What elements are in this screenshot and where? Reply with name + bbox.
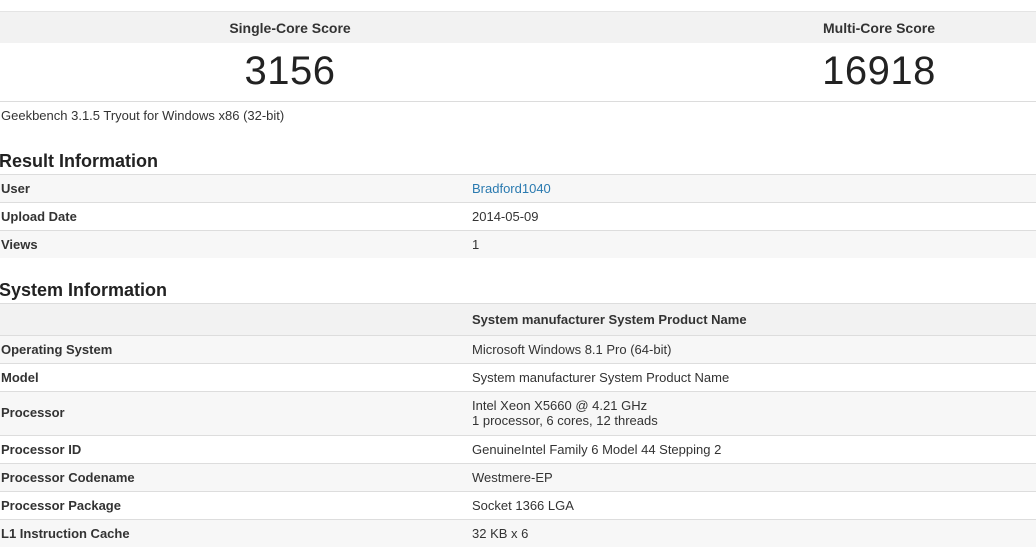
- row-key: L1 Instruction Cache: [1, 526, 130, 541]
- score-values: 3156 16918: [0, 43, 1036, 102]
- table-row: Upload Date 2014-05-09: [0, 202, 1036, 230]
- row-key: Processor ID: [1, 442, 82, 457]
- system-header-value: System manufacturer System Product Name: [472, 312, 747, 327]
- single-core-score-label: Single-Core Score: [229, 20, 351, 36]
- table-row: Model System manufacturer System Product…: [0, 363, 1036, 391]
- row-key: Upload Date: [1, 209, 77, 224]
- row-key: Processor: [1, 405, 65, 420]
- table-row: Processor ID GenuineIntel Family 6 Model…: [0, 435, 1036, 463]
- row-value: System manufacturer System Product Name: [472, 370, 730, 385]
- table-row: Processor Package Socket 1366 LGA: [0, 491, 1036, 519]
- row-key: User: [1, 181, 30, 196]
- result-information-title: Result Information: [0, 151, 159, 171]
- user-link[interactable]: Bradford1040: [472, 181, 551, 196]
- score-header: Single-Core Score Multi-Core Score: [0, 11, 1036, 44]
- row-value: 1: [472, 237, 480, 252]
- row-value: Intel Xeon X5660 @ 4.21 GHz 1 processor,…: [472, 398, 658, 428]
- system-information-table: System manufacturer System Product Name …: [0, 303, 1036, 547]
- result-information-table: User Bradford1040 Upload Date 2014-05-09…: [0, 174, 1036, 258]
- row-key: Operating System: [1, 342, 113, 357]
- row-value: GenuineIntel Family 6 Model 44 Stepping …: [472, 442, 722, 457]
- table-row: Processor Codename Westmere-EP: [0, 463, 1036, 491]
- table-row: Views 1: [0, 230, 1036, 258]
- row-key: Views: [1, 237, 38, 252]
- row-value: Westmere-EP: [472, 470, 553, 485]
- table-row: User Bradford1040: [0, 174, 1036, 202]
- processor-name: Intel Xeon X5660 @ 4.21 GHz: [472, 398, 648, 413]
- table-row: L1 Instruction Cache 32 KB x 6: [0, 519, 1036, 547]
- row-value: Socket 1366 LGA: [472, 498, 574, 513]
- single-core-score-value: 3156: [244, 49, 336, 93]
- row-value: 32 KB x 6: [472, 526, 529, 541]
- multi-core-score-label: Multi-Core Score: [822, 20, 936, 36]
- row-value: 2014-05-09: [472, 209, 539, 224]
- system-information-title: System Information: [0, 280, 168, 300]
- table-row: Operating System Microsoft Windows 8.1 P…: [0, 335, 1036, 363]
- row-value: Microsoft Windows 8.1 Pro (64-bit): [472, 342, 672, 357]
- table-header-row: System manufacturer System Product Name: [0, 303, 1036, 335]
- row-key: Processor Codename: [1, 470, 135, 485]
- row-key: Model: [1, 370, 39, 385]
- processor-topology: 1 processor, 6 cores, 12 threads: [472, 413, 658, 428]
- geekbench-version: Geekbench 3.1.5 Tryout for Windows x86 (…: [1, 108, 285, 123]
- multi-core-score-value: 16918: [822, 49, 936, 93]
- row-key: Processor Package: [1, 498, 121, 513]
- table-row: Processor Intel Xeon X5660 @ 4.21 GHz 1 …: [0, 391, 1036, 435]
